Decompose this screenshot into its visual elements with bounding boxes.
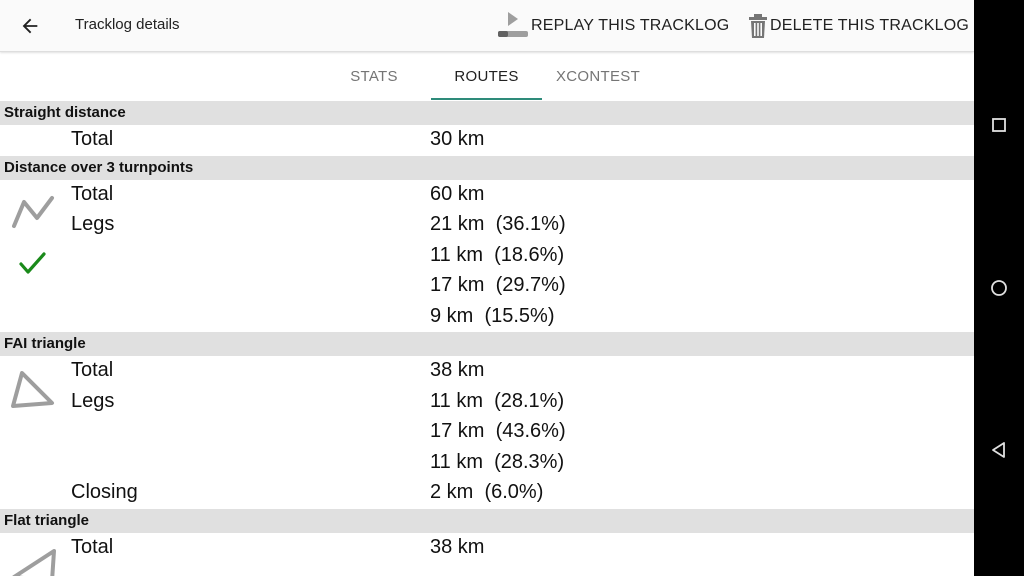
section-header-flat-triangle: Flat triangle xyxy=(0,508,974,533)
row-label: Legs xyxy=(71,389,115,412)
table-row: 17 km (43.6%) xyxy=(0,417,974,448)
row-value: 9 km (15.5%) xyxy=(430,304,555,327)
section-header-straight-distance: Straight distance xyxy=(0,101,974,125)
tab-xcontest[interactable]: XCONTEST xyxy=(543,52,653,100)
row-value: 11 km (28.3%) xyxy=(430,450,565,473)
row-label: Closing xyxy=(71,481,138,503)
row-label: Total xyxy=(71,128,114,150)
table-row: Total 38 km xyxy=(0,533,974,564)
replay-button[interactable]: REPLAY THIS TRACKLOG xyxy=(497,8,729,44)
trash-icon xyxy=(748,13,768,39)
app-window: Tracklog details REPLAY THIS TRACKLOG DE… xyxy=(0,0,974,576)
section-header-three-turnpoints: Distance over 3 turnpoints xyxy=(0,155,974,180)
tab-routes-label: ROUTES xyxy=(454,67,519,85)
section-fai-triangle: Total 38 km Legs 11 km (28.1%) 17 km (43… xyxy=(0,356,974,509)
replay-icon xyxy=(497,10,529,42)
row-value: 2 km (6.0%) xyxy=(430,481,544,503)
tab-stats[interactable]: STATS xyxy=(319,52,429,100)
section-header-fai-triangle: FAI triangle xyxy=(0,332,974,356)
toolbar: Tracklog details REPLAY THIS TRACKLOG DE… xyxy=(0,0,974,52)
row-value: 11 km (28.1%) xyxy=(430,389,565,412)
system-navigation-bar xyxy=(974,0,1024,576)
table-row: Total 38 km xyxy=(0,356,974,387)
home-button[interactable] xyxy=(974,268,1024,308)
row-value: 38 km xyxy=(430,535,485,558)
row-label: Total xyxy=(71,359,114,381)
back-button[interactable] xyxy=(12,8,48,44)
tab-xcontest-label: XCONTEST xyxy=(555,67,641,85)
row-label: Legs xyxy=(71,213,115,235)
row-label: Total xyxy=(71,535,114,558)
table-row: Total 60 km xyxy=(0,180,974,211)
row-value: 30 km xyxy=(430,128,485,150)
system-back-button[interactable] xyxy=(974,430,1024,470)
table-row: 11 km (18.6%) xyxy=(0,241,974,272)
table-row: Total 30 km xyxy=(0,125,974,156)
row-value: 17 km (29.7%) xyxy=(430,274,566,296)
table-row: Legs 11 km (28.1%) xyxy=(0,387,974,418)
routes-list[interactable]: Straight distance Total 30 km Distance o… xyxy=(0,101,974,576)
table-row: 17 km (29.7%) xyxy=(0,271,974,302)
row-value: 60 km xyxy=(430,182,485,205)
delete-button[interactable]: DELETE THIS TRACKLOG xyxy=(748,8,969,44)
table-row: 9 km (15.5%) xyxy=(0,302,974,333)
arrow-back-icon xyxy=(22,18,38,34)
recents-button[interactable] xyxy=(974,105,1024,145)
tab-routes[interactable]: ROUTES xyxy=(431,52,542,100)
tab-bar: STATS ROUTES XCONTEST xyxy=(0,52,974,100)
active-tab-indicator xyxy=(431,98,542,100)
replay-label: REPLAY THIS TRACKLOG xyxy=(531,17,730,34)
section-flat-triangle: Total 38 km xyxy=(0,533,974,576)
table-row: Closing 2 km (6.0%) xyxy=(0,478,974,509)
row-value: 21 km (36.1%) xyxy=(430,213,566,235)
section-straight-distance: Total 30 km xyxy=(0,125,974,156)
table-row: 11 km (28.3%) xyxy=(0,448,974,479)
square-icon xyxy=(992,118,1006,132)
row-label: Total xyxy=(71,182,114,205)
row-value: 38 km xyxy=(430,359,485,381)
tab-stats-label: STATS xyxy=(350,67,398,85)
circle-icon xyxy=(991,280,1007,296)
row-value: 11 km (18.6%) xyxy=(430,243,565,266)
section-three-turnpoints: Total 60 km Legs 21 km (36.1%) 11 km (18… xyxy=(0,180,974,333)
triangle-back-icon xyxy=(992,442,1005,458)
page-title: Tracklog details xyxy=(75,16,180,33)
delete-label: DELETE THIS TRACKLOG xyxy=(770,17,970,34)
row-value: 17 km (43.6%) xyxy=(430,420,566,442)
table-row: Legs 21 km (36.1%) xyxy=(0,210,974,241)
